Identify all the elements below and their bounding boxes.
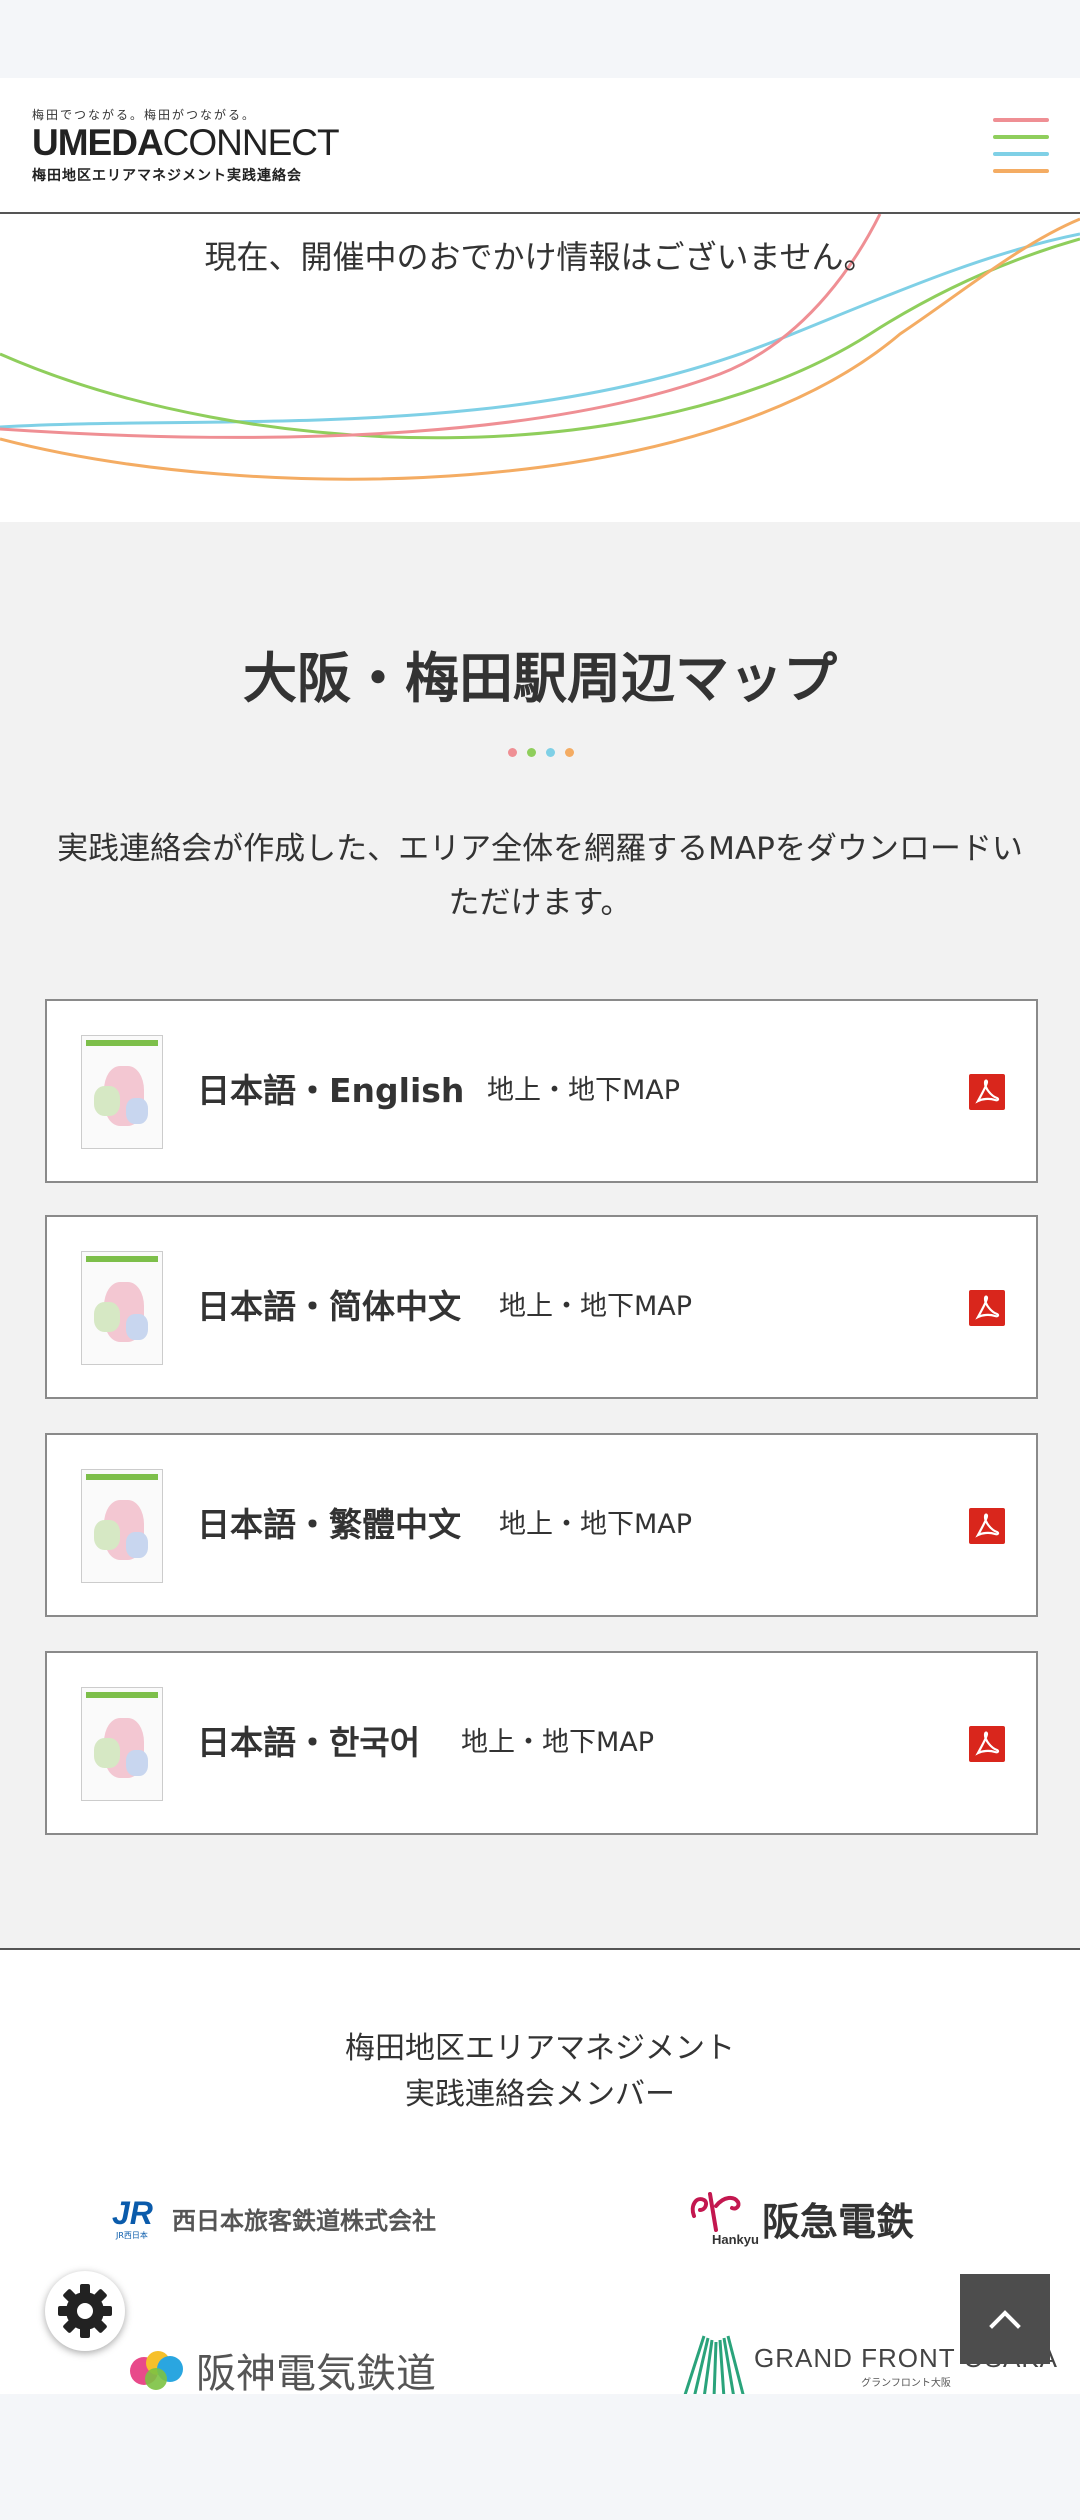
section-title: 大阪・梅田駅周辺マップ: [243, 647, 837, 710]
section-lead: 実践連絡会が作成した、エリア全体を網羅するMAPをダウンロードいただけます。: [57, 831, 1023, 921]
pdf-icon: [969, 1074, 1005, 1110]
jr-logo-icon: JR JR西日本: [112, 2196, 164, 2240]
member-section: 梅田地区エリアマネジメント 実践連絡会メンバー JR JR西日本 西日本旅客鉄道…: [0, 1948, 1080, 2394]
decorative-dots: [508, 748, 574, 758]
map-thumbnail: [81, 1035, 163, 1149]
jr-mark-sub: JR西日本: [116, 2231, 148, 2240]
member-title-line2: 実践連絡会メンバー: [405, 2077, 675, 2112]
map-type-label: 地上・地下MAP: [499, 1291, 693, 1322]
pdf-icon: [969, 1726, 1005, 1762]
member-logo-hankyu[interactable]: Hankyu 阪急電鉄: [686, 2184, 914, 2252]
map-thumbnail: [81, 1251, 163, 1365]
dot: [527, 748, 536, 757]
member-name: 阪急電鉄: [762, 2199, 915, 2244]
map-type-label: 地上・地下MAP: [499, 1509, 693, 1540]
logo-brand-bold: UMEDA: [32, 122, 164, 163]
dot: [546, 748, 555, 757]
hanshin-logo-icon: [130, 2351, 183, 2390]
map-language-title: 日本語・한국어: [197, 1723, 421, 1762]
event-notice-area: 現在、開催中のおでかけ情報はございません。: [0, 214, 1080, 522]
grand-front-logo-icon: [683, 2335, 745, 2394]
dot: [508, 748, 517, 757]
map-language-title: 日本語・繁體中文: [197, 1505, 461, 1544]
menu-line: [993, 169, 1049, 173]
map-download-card[interactable]: 日本語・简体中文 地上・地下MAP: [45, 1215, 1038, 1399]
map-thumbnail: [81, 1469, 163, 1583]
logo-tagline: 梅田でつながる。梅田がつながる。: [32, 108, 257, 122]
map-language-title: 日本語・简体中文: [197, 1287, 461, 1326]
member-name: 西日本旅客鉄道株式会社: [172, 2206, 436, 2235]
no-events-notice: 現在、開催中のおでかけ情報はございません。: [204, 238, 876, 276]
map-type-label: 地上・地下MAP: [487, 1075, 681, 1106]
logo-subtitle: 梅田地区エリアマネジメント実践連絡会: [32, 168, 302, 184]
chevron-up-icon: [989, 2310, 1021, 2329]
pdf-icon: [969, 1290, 1005, 1326]
member-title-line1: 梅田地区エリアマネジメント: [345, 2031, 735, 2066]
back-to-top-button[interactable]: [960, 2274, 1050, 2364]
pdf-icon: [969, 1508, 1005, 1544]
member-name: 阪神電気鉄道: [196, 2351, 436, 2394]
site-logo[interactable]: 梅田でつながる。梅田がつながる。 UMEDACONNECT 梅田地区エリアマネジ…: [32, 106, 342, 185]
page: 梅田でつながる。梅田がつながる。 UMEDACONNECT 梅田地区エリアマネジ…: [0, 78, 1080, 2394]
logo-brand: UMEDACONNECT: [32, 123, 342, 163]
menu-line: [993, 135, 1049, 139]
menu-line: [993, 152, 1049, 156]
logo-brand-thin: CONNECT: [162, 122, 340, 163]
site-header: 梅田でつながる。梅田がつながる。 UMEDACONNECT 梅田地区エリアマネジ…: [0, 78, 1080, 214]
jr-mark: JR: [112, 2195, 153, 2231]
member-logo-jr-west[interactable]: JR JR西日本 西日本旅客鉄道株式会社: [112, 2190, 436, 2246]
member-name-sub: グランフロント大阪: [861, 2378, 951, 2389]
menu-line: [993, 118, 1049, 122]
area-map-section: 大阪・梅田駅周辺マップ 実践連絡会が作成した、エリア全体を網羅するMAPをダウン…: [0, 522, 1080, 1948]
map-download-card[interactable]: 日本語・English 地上・地下MAP: [45, 999, 1038, 1183]
member-section-title: 梅田地区エリアマネジメント 実践連絡会メンバー: [0, 2026, 1080, 2118]
hamburger-menu-button[interactable]: [990, 118, 1050, 174]
map-language-title: 日本語・English: [197, 1071, 465, 1110]
dot: [565, 748, 574, 757]
hankyu-mark: Hankyu: [712, 2232, 759, 2247]
map-download-card[interactable]: 日本語・繁體中文 地上・地下MAP: [45, 1433, 1038, 1617]
map-type-label: 地上・地下MAP: [461, 1727, 655, 1758]
hankyu-logo-icon: Hankyu: [686, 2186, 766, 2250]
map-thumbnail: [81, 1687, 163, 1801]
member-logo-hanshin[interactable]: 阪神電気鉄道: [128, 2338, 436, 2394]
gear-icon: [58, 2284, 112, 2338]
settings-button[interactable]: [45, 2271, 125, 2351]
map-download-card[interactable]: 日本語・한국어 地上・地下MAP: [45, 1651, 1038, 1835]
